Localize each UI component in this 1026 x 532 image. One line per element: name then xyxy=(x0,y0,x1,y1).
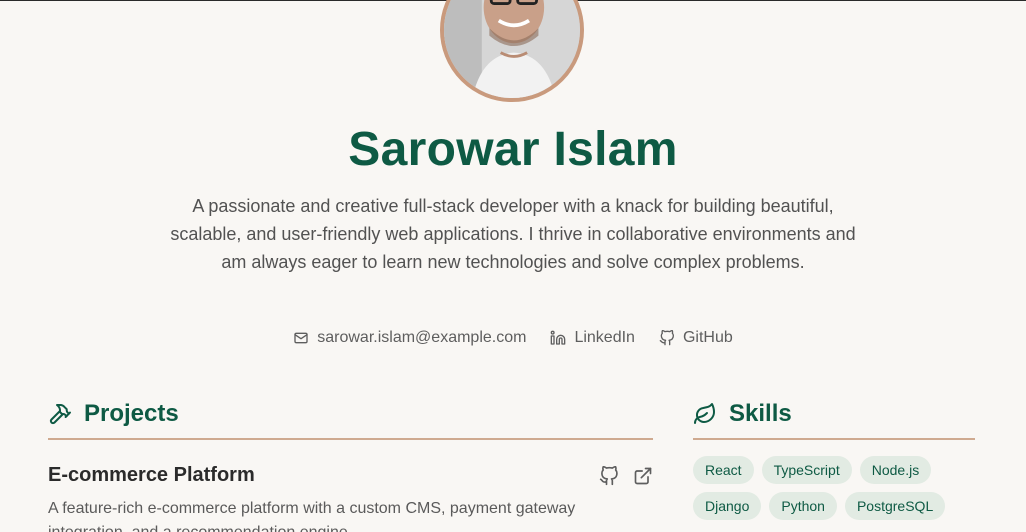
profile-bio: A passionate and creative full-stack dev… xyxy=(170,196,856,272)
github-icon[interactable] xyxy=(599,465,619,486)
skill-chip: React xyxy=(693,456,754,484)
skills-list: React TypeScript Node.js Django Python P… xyxy=(693,456,975,520)
linkedin-text: LinkedIn xyxy=(574,329,635,346)
project-links xyxy=(599,465,653,486)
project-header: E-commerce Platform xyxy=(48,464,653,487)
avatar xyxy=(440,0,584,102)
skill-chip: TypeScript xyxy=(761,456,852,484)
mail-icon xyxy=(294,332,308,344)
contact-links: sarowar.islam@example.com LinkedIn GitHu… xyxy=(0,329,1026,347)
skill-chip: Django xyxy=(693,492,762,520)
github-link[interactable]: GitHub xyxy=(659,329,733,347)
project-name: E-commerce Platform xyxy=(48,464,255,486)
skills-heading: Skills xyxy=(693,400,792,428)
projects-heading: Projects xyxy=(48,400,179,428)
project-card: E-commerce Platform A feature-rich e-com… xyxy=(48,464,653,532)
skill-chip: Node.js xyxy=(859,456,932,484)
profile-name: Sarowar Islam xyxy=(348,123,678,176)
github-text: GitHub xyxy=(682,329,733,346)
leaf-icon xyxy=(694,403,715,424)
github-icon xyxy=(659,330,674,346)
email-link[interactable]: sarowar.islam@example.com xyxy=(293,329,526,347)
skills-title: Skills xyxy=(729,400,792,427)
linkedin-link[interactable]: LinkedIn xyxy=(550,329,635,347)
email-text: sarowar.islam@example.com xyxy=(317,329,527,346)
skills-divider xyxy=(693,438,975,440)
projects-divider xyxy=(48,438,653,440)
hammer-icon xyxy=(49,404,71,425)
projects-title: Projects xyxy=(84,400,179,427)
external-link-icon[interactable] xyxy=(633,466,653,486)
skill-chip: PostgreSQL xyxy=(844,492,946,520)
linkedin-icon xyxy=(551,330,566,345)
project-description: A feature-rich e-commerce platform with … xyxy=(48,500,576,532)
skill-chip: Python xyxy=(769,492,837,520)
